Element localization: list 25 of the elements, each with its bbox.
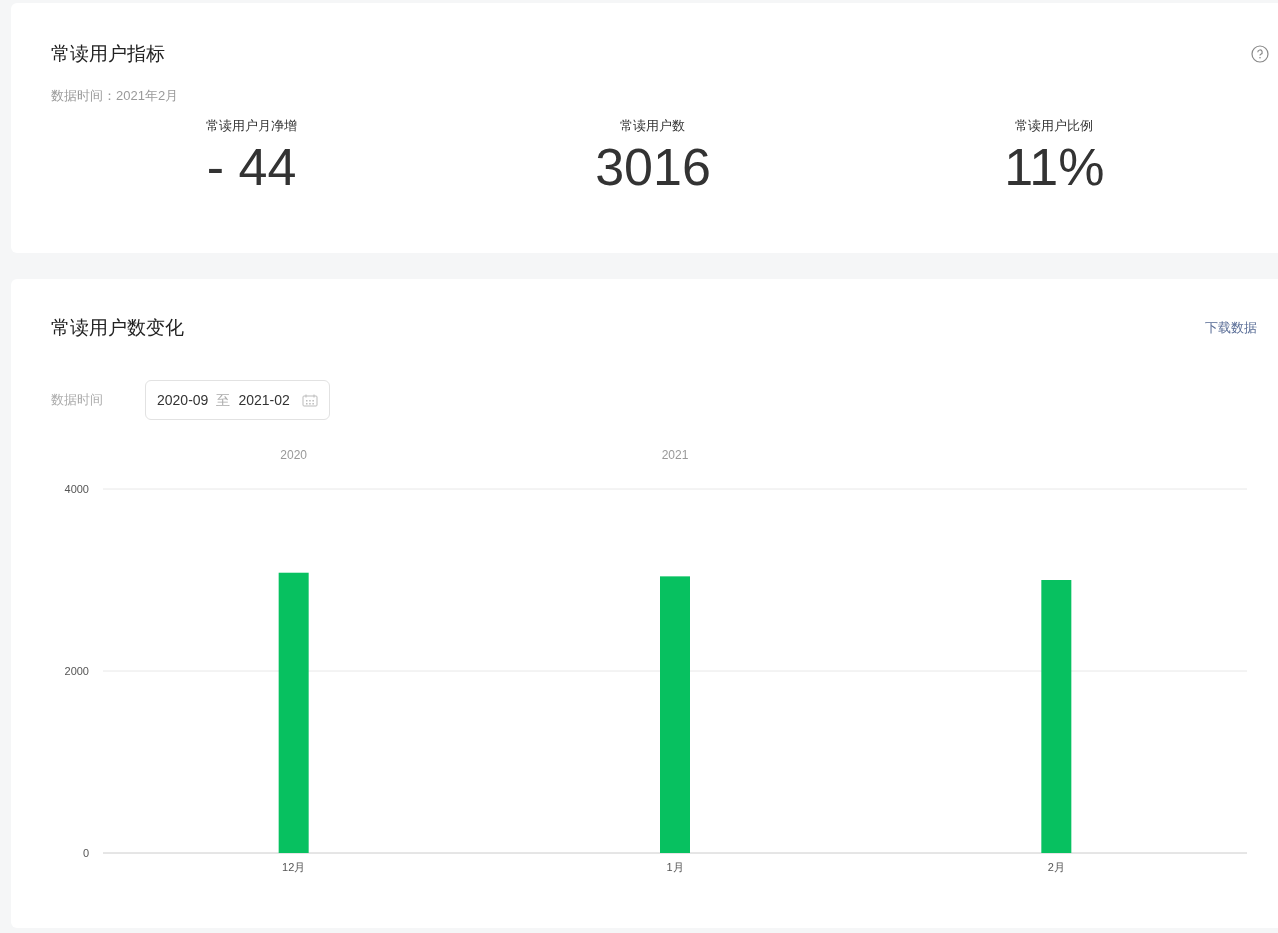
y-axis-label: 2000 xyxy=(64,665,89,677)
help-icon[interactable] xyxy=(1251,45,1269,63)
metric-label: 常读用户数 xyxy=(620,116,686,135)
start-date: 2020-09 xyxy=(157,390,209,410)
card-title: 常读用户数变化 xyxy=(51,316,184,340)
metric-value: - 44 xyxy=(206,137,297,197)
x-axis-label: 12月 xyxy=(282,861,306,873)
year-label: 2020 xyxy=(280,448,307,462)
date-label: 数据时间 xyxy=(51,391,104,410)
date-range-picker[interactable]: 2020-09 至 2021-02 xyxy=(145,380,330,420)
end-date: 2021-02 xyxy=(238,390,290,410)
data-time-text: 数据时间：2021年2月 xyxy=(51,87,180,105)
year-label: 2021 xyxy=(661,448,689,462)
metric-label: 常读用户月净增 xyxy=(206,116,298,135)
card-title: 常读用户指标 xyxy=(51,42,165,66)
y-axis-label: 4000 xyxy=(64,483,89,495)
metric-value: 11% xyxy=(1004,137,1105,197)
y-axis-label: 0 xyxy=(82,847,89,859)
calendar-icon xyxy=(301,393,318,407)
download-link[interactable]: 下载数据 xyxy=(1205,318,1257,338)
range-separator: 至 xyxy=(216,390,231,410)
metric-label: 常读用户比例 xyxy=(1015,116,1094,135)
metric-value: 3016 xyxy=(595,137,711,197)
x-axis-label: 1月 xyxy=(666,861,684,873)
x-axis-label: 2月 xyxy=(1047,861,1065,873)
